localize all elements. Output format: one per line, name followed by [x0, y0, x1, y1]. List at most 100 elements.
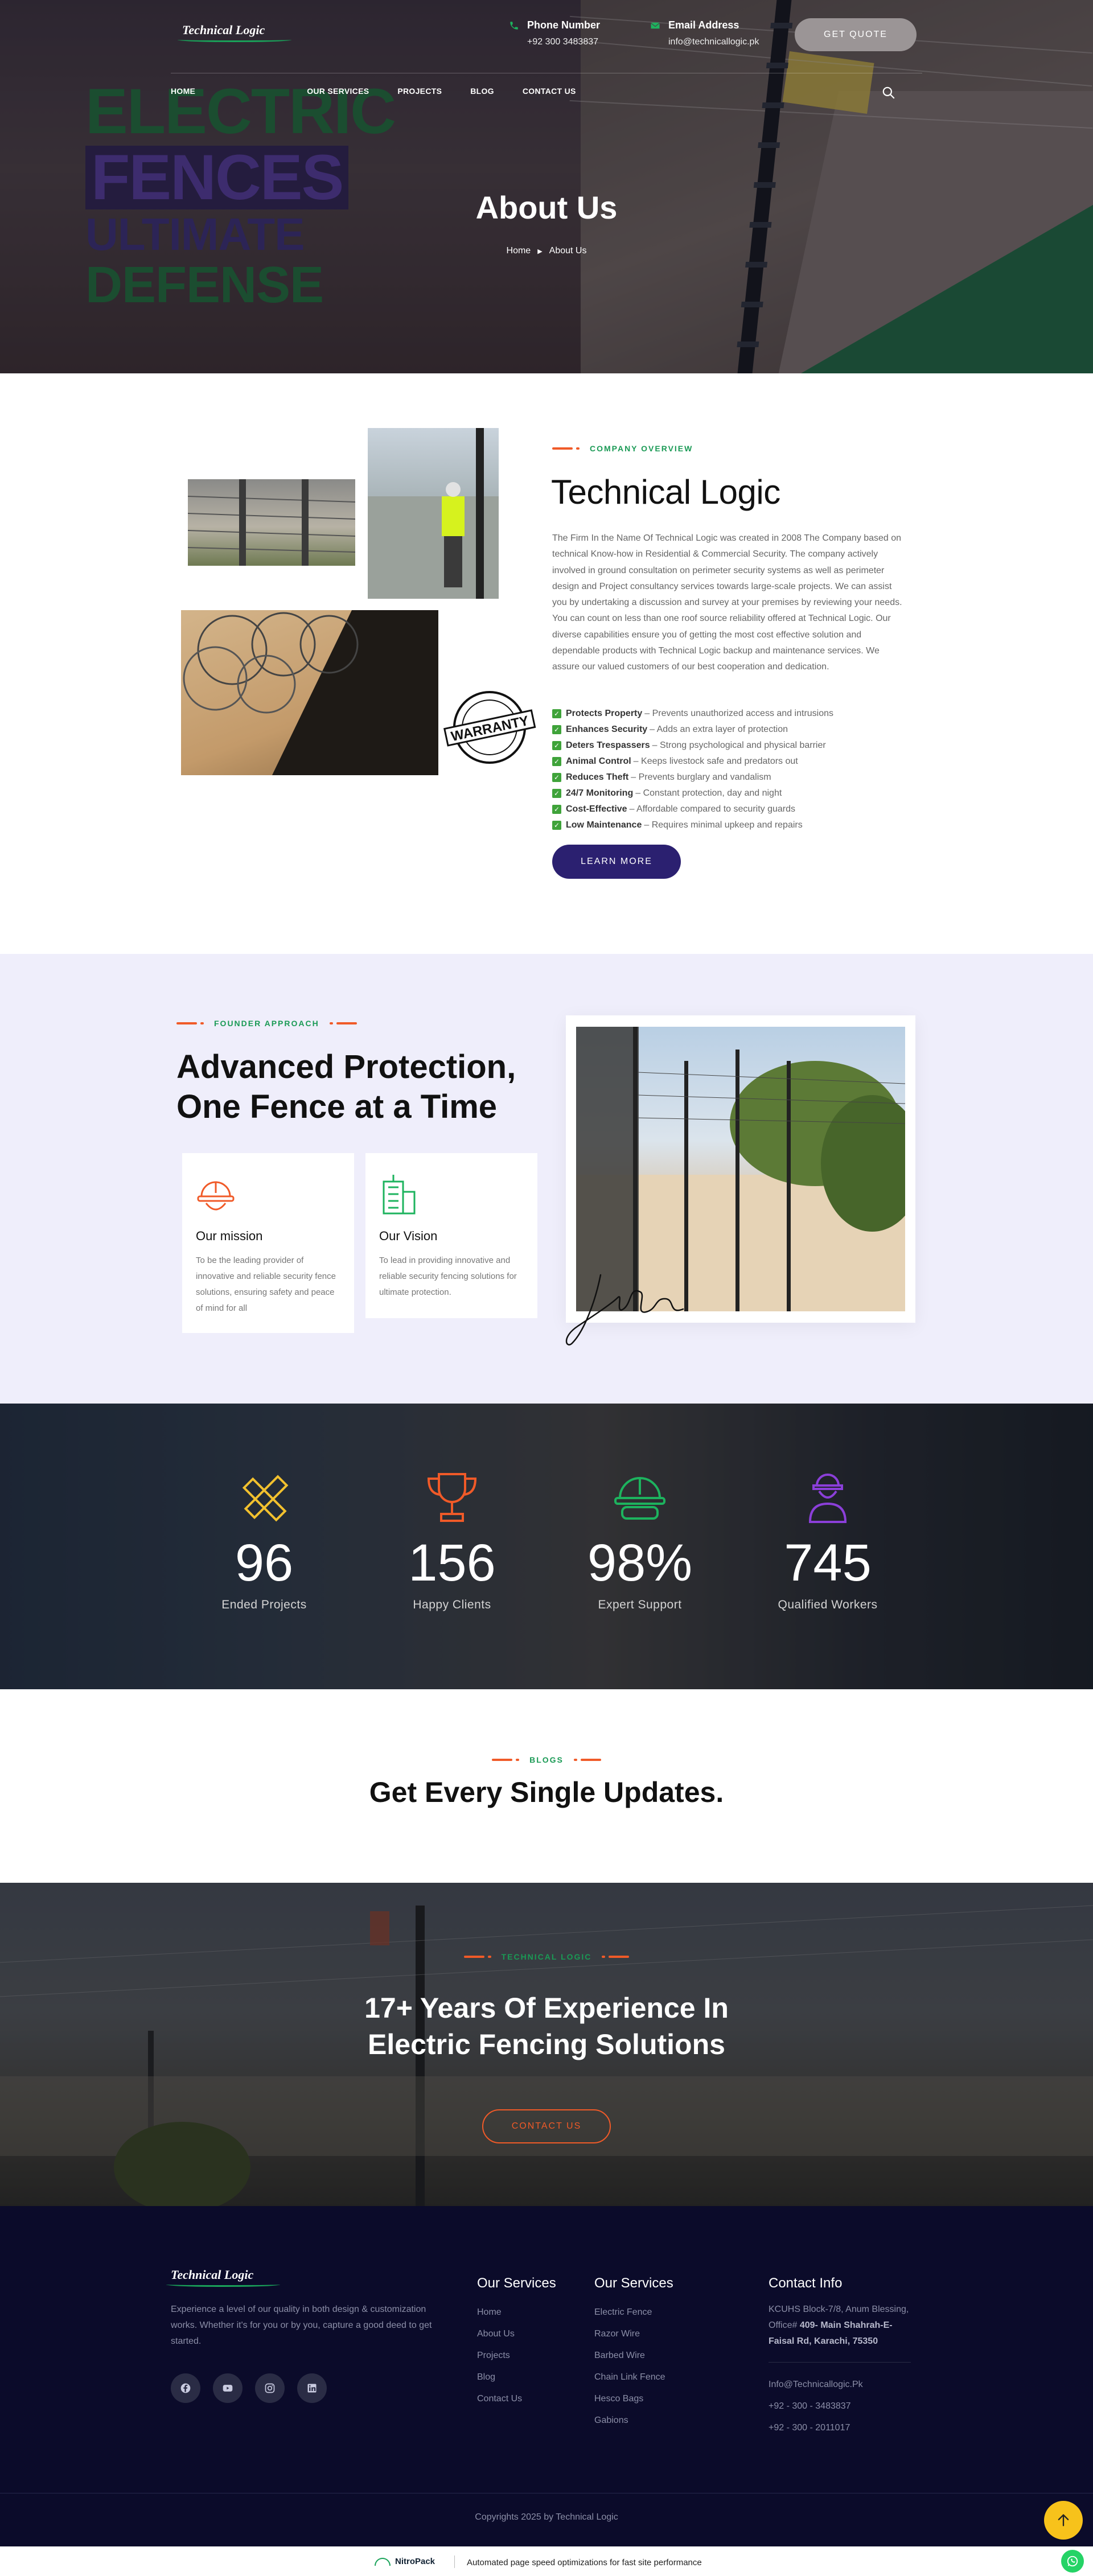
checkbox-icon: ✓ [552, 805, 561, 814]
checkbox-icon: ✓ [552, 773, 561, 782]
about-eyebrow-label: COMPANY OVERVIEW [590, 444, 693, 453]
mission-text: To be the leading provider of innovative… [196, 1256, 336, 1313]
mission-title: Our mission [196, 1229, 263, 1243]
page-title: About Us [475, 190, 618, 225]
footer-column-links: Our Services Home About Us Projects Blog… [477, 2275, 556, 2410]
footer-divider [769, 2362, 911, 2363]
nav-item-projects[interactable]: PROJECTS [397, 87, 442, 96]
checkbox-icon: ✓ [552, 725, 561, 734]
feature-item: ✓ Cost-Effective – Affordable compared to … [552, 801, 917, 817]
youtube-icon [223, 2385, 233, 2392]
nav-item-blog[interactable]: BLOG [470, 87, 494, 96]
main-nav: HOME OUR SERVICES PROJECTS BLOG CONTACT … [171, 87, 605, 96]
footer-link-barbed-wire[interactable]: Barbed Wire [594, 2345, 673, 2367]
phone-icon [510, 22, 518, 30]
fence-wire-image [188, 479, 355, 566]
footer-logo[interactable]: Technical Logic [166, 2268, 280, 2290]
feature-item: ✓ Deters Trespassers – Strong psychologica… [552, 738, 917, 754]
phone-value[interactable]: +92 300 3483837 [527, 37, 600, 47]
nav-item-home[interactable]: HOME [171, 87, 195, 96]
footer-phone-1[interactable]: +92 - 300 - 3483837 [769, 2396, 911, 2417]
worker-graphic [368, 428, 499, 599]
founder-section [0, 954, 1093, 1404]
learn-more-button[interactable]: LEARN MORE [552, 845, 681, 879]
footer-link-gabions[interactable]: Gabions [594, 2410, 673, 2431]
checkbox-icon: ✓ [552, 789, 561, 798]
about-title: Technical Logic [551, 473, 780, 511]
facebook-button[interactable] [171, 2373, 200, 2403]
checkbox-icon: ✓ [552, 757, 561, 766]
footer-email[interactable]: Info@Technicallogic.Pk [769, 2374, 911, 2396]
footer-link-electric-fence[interactable]: Electric Fence [594, 2302, 673, 2323]
youtube-button[interactable] [213, 2373, 243, 2403]
razor-wire-graphic [183, 610, 438, 775]
feature-item: ✓ Animal Control – Keeps livestock safe an… [552, 754, 917, 769]
footer-link-chain-link[interactable]: Chain Link Fence [594, 2367, 673, 2388]
email-label: Email Address [668, 19, 739, 31]
checkbox-icon: ✓ [552, 709, 561, 718]
stat-number: 98% [587, 1534, 693, 1592]
footer-link-contact[interactable]: Contact Us [477, 2388, 556, 2410]
checkbox-icon: ✓ [552, 821, 561, 830]
footer-about-text: Experience a level of our quality in bot… [171, 2305, 432, 2346]
scroll-to-top-button[interactable] [1044, 2501, 1083, 2540]
helmet-goggles-icon [614, 1477, 665, 1520]
about-paragraph: The Firm In the Name Of Technical Logic … [552, 533, 902, 672]
footer-link-home[interactable]: Home [477, 2302, 556, 2323]
get-quote-button[interactable]: GET QUOTE [795, 18, 917, 51]
instagram-button[interactable] [255, 2373, 285, 2403]
building-icon [383, 1175, 416, 1215]
nav-item-contact[interactable]: CONTACT US [523, 87, 576, 96]
signature-icon [565, 1274, 684, 1345]
breadcrumb-arrow-icon: ▶ [537, 248, 543, 255]
copyright-text: Copyrights 2025 by Technical Logic [475, 2512, 618, 2522]
whatsapp-button[interactable] [1061, 2550, 1084, 2573]
email-value[interactable]: info@technicallogic.pk [668, 37, 759, 47]
breadcrumb: Home ▶ About Us [0, 246, 1093, 256]
vision-text: To lead in providing innovative and reli… [379, 1256, 517, 1297]
facebook-icon [180, 2383, 191, 2393]
header-phone[interactable]: Phone Number +92 300 3483837 [509, 19, 600, 47]
footer-column-title: Our Services [477, 2275, 556, 2291]
footer-column-title: Contact Info [769, 2275, 843, 2291]
nitropack-divider [454, 2556, 455, 2568]
nitropack-logo-icon [375, 2558, 391, 2566]
site-logo[interactable]: Technical Logic [178, 23, 291, 46]
stat-label: Happy Clients [413, 1598, 491, 1611]
nitropack-text: Automated page speed optimizations for f… [467, 2558, 702, 2567]
nitropack-logo-text: NitroPack [395, 2557, 435, 2566]
stat-number: 156 [408, 1534, 496, 1592]
footer-link-projects[interactable]: Projects [477, 2345, 556, 2367]
linkedin-button[interactable] [297, 2373, 327, 2403]
blogs-title: Get Every Single Updates. [369, 1776, 724, 1808]
nav-item-services[interactable]: OUR SERVICES [307, 87, 369, 96]
footer-phone-2[interactable]: +92 - 300 - 2011017 [769, 2417, 911, 2439]
header-email[interactable]: Email Address info@technicallogic.pk [650, 19, 759, 47]
hero-image-line: DEFENSE [85, 257, 324, 314]
stats-overlay [0, 1404, 1093, 1689]
footer-link-about[interactable]: About Us [477, 2323, 556, 2345]
cta-eyebrow-label: TECHNICAL LOGIC [501, 1952, 592, 1961]
search-icon[interactable] [881, 85, 896, 100]
ruler-pencil-icon [242, 1475, 289, 1522]
vision-card: Our Vision To lead in providing innovati… [365, 1153, 537, 1318]
logo-text: Technical Logic [182, 23, 265, 37]
linkedin-icon [307, 2384, 317, 2393]
breadcrumb-home[interactable]: Home [507, 246, 531, 256]
nitropack-logo[interactable]: NitroPack [375, 2557, 435, 2566]
stat-support: 98% Expert Support [554, 1466, 725, 1612]
feature-item: ✓ 24/7 Monitoring – Constant protection, d… [552, 785, 917, 801]
footer-link-hesco-bags[interactable]: Hesco Bags [594, 2388, 673, 2410]
fence-wire-graphic [188, 479, 355, 566]
founder-eyebrow-label: FOUNDER APPROACH [214, 1019, 319, 1028]
founder-title: Advanced Protection, One Fence at a Time [176, 1047, 541, 1127]
footer-link-razor-wire[interactable]: Razor Wire [594, 2323, 673, 2345]
stat-number: 745 [784, 1534, 872, 1592]
footer-logo-text: Technical Logic [171, 2268, 254, 2282]
footer-link-blog[interactable]: Blog [477, 2367, 556, 2388]
feature-item: ✓ Reduces Theft – Prevents burglary and va… [552, 769, 917, 785]
contact-us-button[interactable]: CONTACT US [482, 2109, 611, 2143]
about-eyebrow: COMPANY OVERVIEW [552, 444, 693, 453]
hard-hat-icon [197, 1181, 235, 1211]
mission-card: Our mission To be the leading provider o… [182, 1153, 354, 1333]
